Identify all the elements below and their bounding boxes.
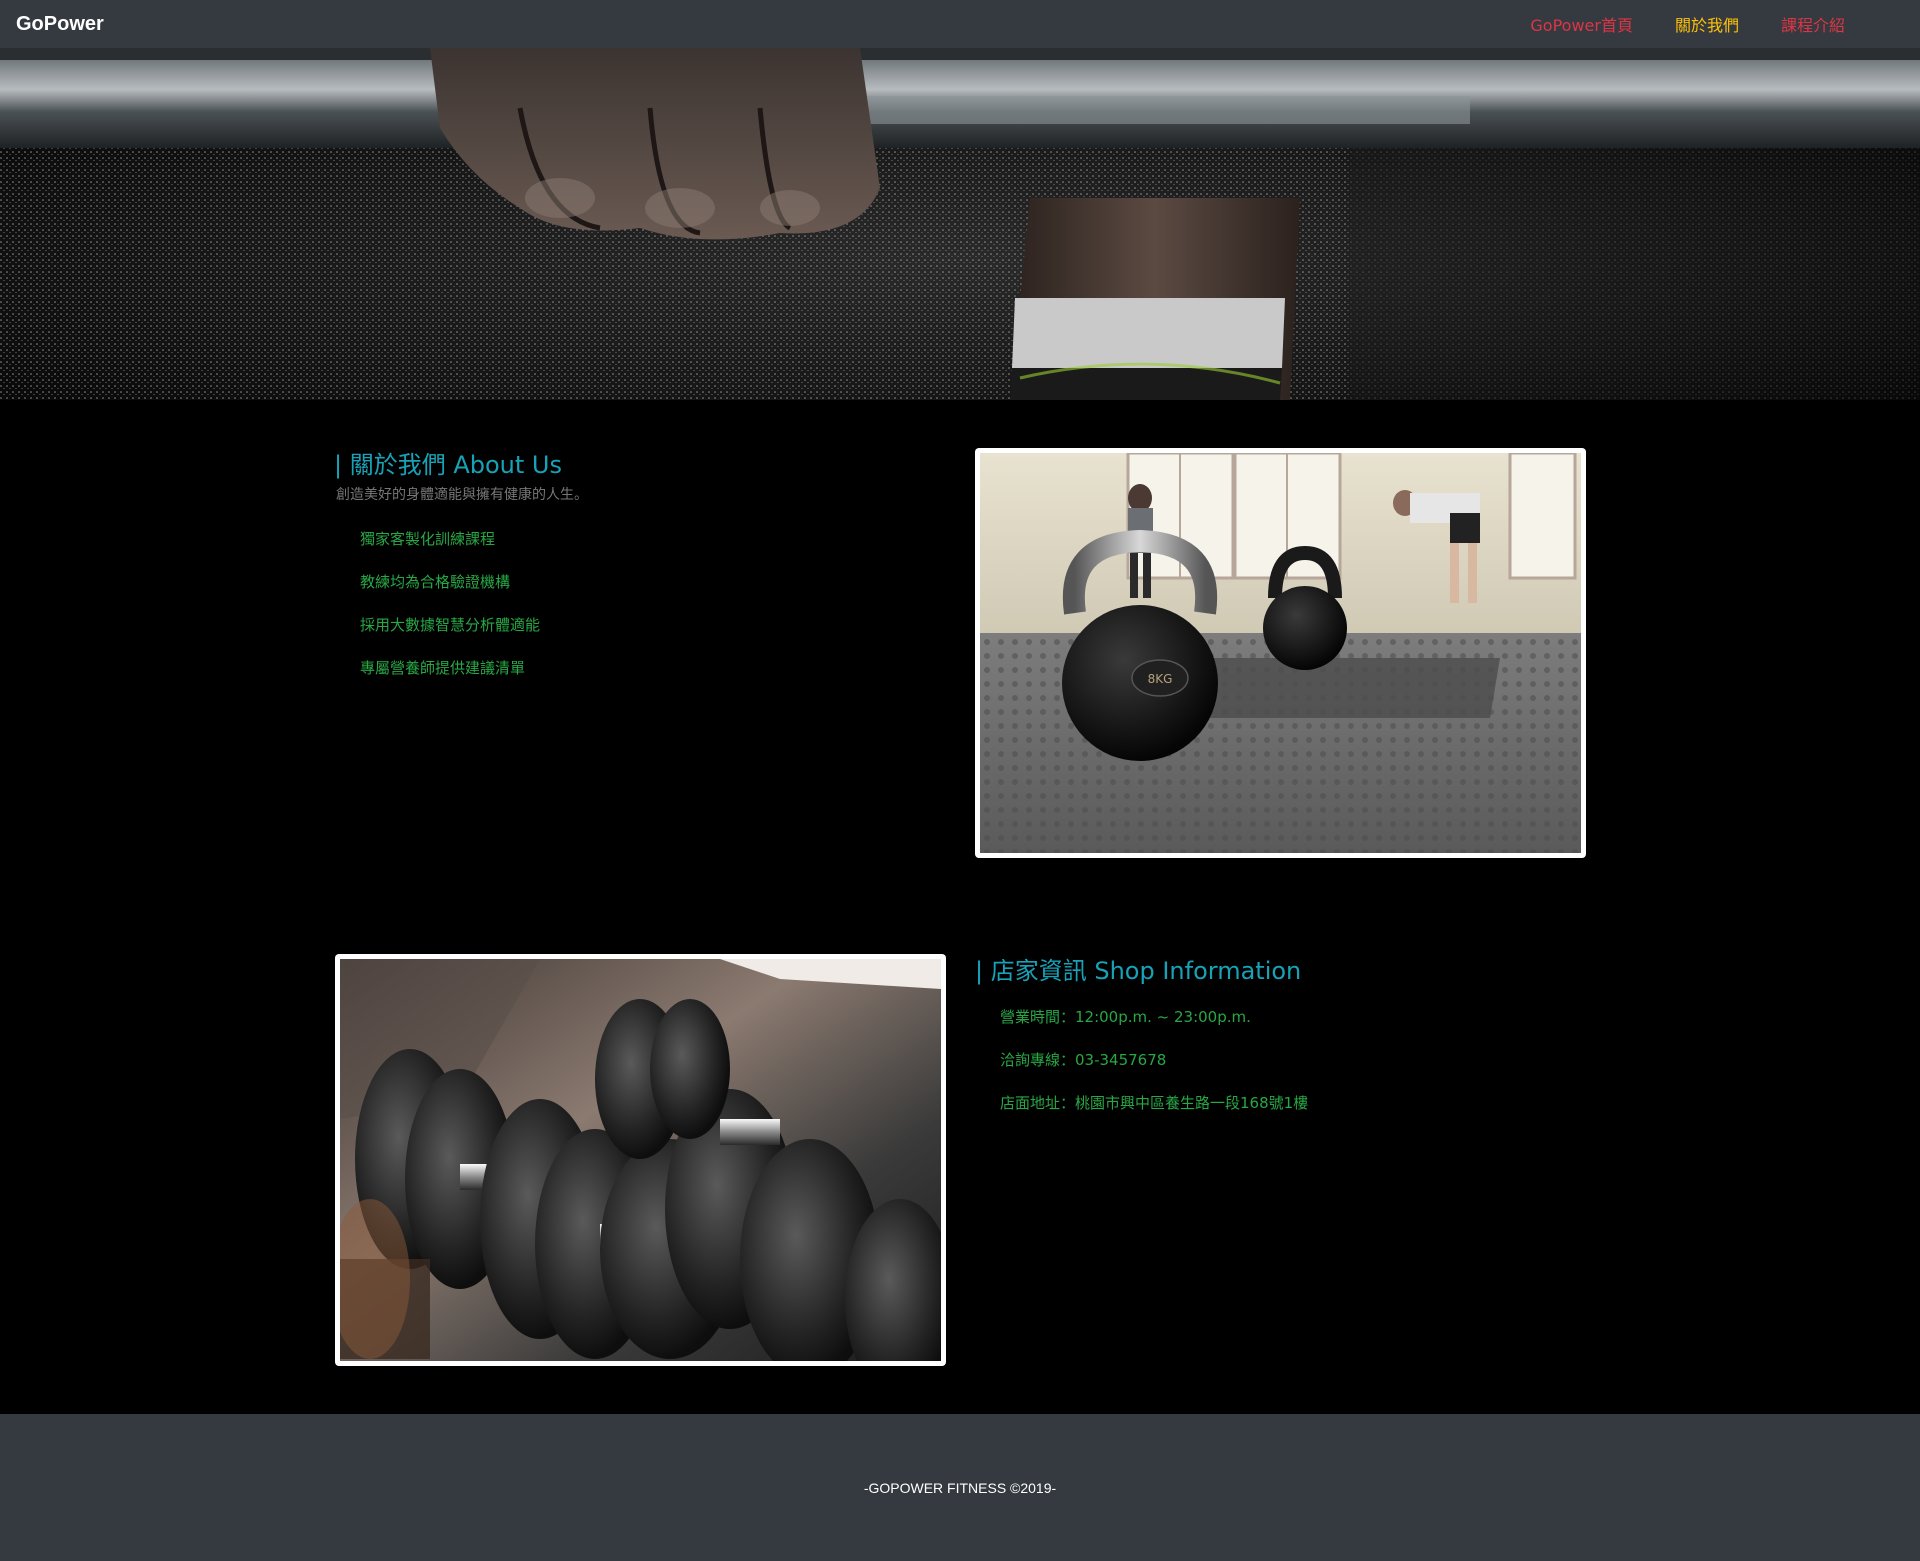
list-item: 教練均為合格驗證機構 — [360, 573, 511, 591]
store-address: 店面地址：桃園市興中區養生路一段168號1樓 — [1000, 1094, 1309, 1112]
footer: -GOPOWER FITNESS ©2019- — [0, 1414, 1920, 1561]
hero-banner-image — [0, 48, 1920, 400]
about-title: | 關於我們 About Us — [334, 451, 562, 479]
nav-links: GoPower首頁 關於我們 課程介紹 — [1509, 12, 1866, 36]
nav-item-about[interactable]: 關於我們 — [1654, 12, 1760, 36]
barbell-grip-illustration — [0, 48, 1920, 400]
nav-item-courses[interactable]: 課程介紹 — [1760, 12, 1866, 36]
phone-number[interactable]: 洽詢專線：03-3457678 — [1000, 1049, 1308, 1092]
list-item: 獨家客製化訓練課程 — [360, 530, 496, 548]
about-subtitle: 創造美好的身體適能與擁有健康的人生。 — [336, 487, 588, 503]
footer-copyright: -GOPOWER FITNESS ©2019- — [863, 1479, 1057, 1496]
list-item: 採用大數據智慧分析體適能 — [360, 616, 541, 634]
feature-list: 獨家客製化訓練課程 教練均為合格驗證機構 採用大數據智慧分析體適能 專屬營養師提… — [360, 528, 540, 700]
brand-logo[interactable]: GoPower — [16, 13, 104, 36]
dumbbell-rack-photo — [335, 954, 946, 1366]
list-item: 專屬營養師提供建議清單 — [360, 659, 526, 677]
nav-item-home[interactable]: GoPower首頁 — [1509, 12, 1654, 36]
shop-info-list: 營業時間：12:00p.m. ~ 23:00p.m. 洽詢專線：03-34576… — [1000, 1006, 1308, 1135]
navbar: GoPower GoPower首頁 關於我們 課程介紹 — [0, 0, 1920, 48]
shop-title: | 店家資訊 Shop Information — [975, 957, 1302, 985]
business-hours: 營業時間：12:00p.m. ~ 23:00p.m. — [1000, 1008, 1251, 1026]
kettlebell-photo: 8KG — [975, 448, 1586, 858]
kettlebell-weight-label: 8KG — [1148, 672, 1173, 686]
